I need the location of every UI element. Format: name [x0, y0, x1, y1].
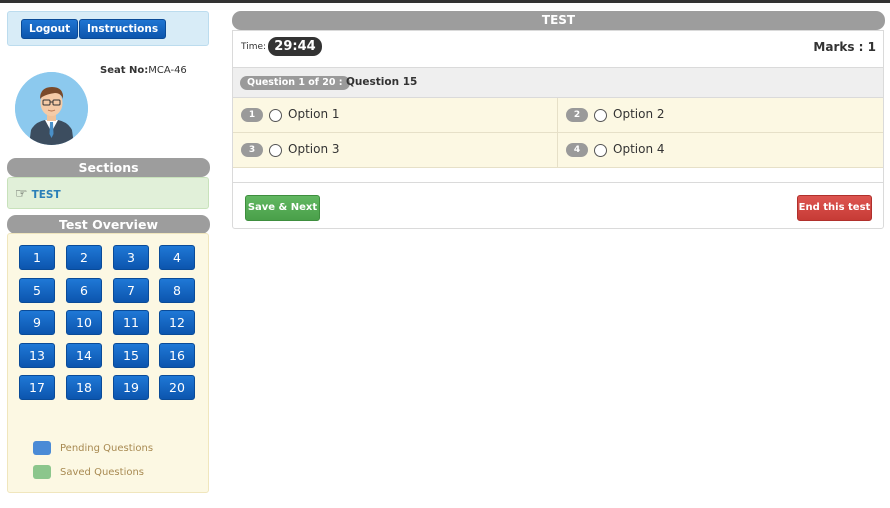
option-2[interactable]: 2 Option 2	[558, 98, 883, 133]
question-button[interactable]: 10	[66, 310, 102, 335]
question-button[interactable]: 12	[159, 310, 195, 335]
question-bar: Question 1 of 20 : Question 15	[233, 67, 883, 98]
test-overview-panel: 1 2 3 4 5 6 7 8 9 10 11 12 13 14 15 16 1…	[7, 233, 209, 493]
legend-saved: Saved Questions	[33, 465, 144, 479]
question-button[interactable]: 4	[159, 245, 195, 270]
legend-pending: Pending Questions	[33, 441, 153, 455]
question-button[interactable]: 7	[113, 278, 149, 303]
question-button[interactable]: 15	[113, 343, 149, 368]
option-label: Option 2	[613, 107, 665, 121]
option-label: Option 3	[288, 142, 340, 156]
option-radio[interactable]	[269, 109, 282, 122]
option-1[interactable]: 1 Option 1	[233, 98, 558, 133]
time-label: Time:	[241, 42, 267, 52]
test-overview-header: Test Overview	[7, 215, 210, 234]
option-number-badge: 2	[566, 108, 588, 122]
section-item-label: TEST	[31, 189, 61, 201]
top-border	[0, 0, 890, 3]
question-panel: Time: 29:44 Marks : 1 Question 1 of 20 :…	[232, 30, 884, 229]
seat-number: Seat No:MCA-46	[100, 65, 187, 76]
question-text: Question 15	[346, 76, 418, 88]
footer-divider	[233, 182, 883, 183]
question-button[interactable]: 8	[159, 278, 195, 303]
question-button[interactable]: 13	[19, 343, 55, 368]
option-label: Option 1	[288, 107, 340, 121]
seat-value: MCA-46	[148, 65, 187, 76]
countdown-timer: 29:44	[268, 37, 322, 56]
pending-swatch	[33, 441, 51, 455]
candidate-profile: Seat No:MCA-46	[7, 58, 209, 150]
question-button[interactable]: 19	[113, 375, 149, 400]
option-radio[interactable]	[269, 144, 282, 157]
end-test-button[interactable]: End this test	[797, 195, 872, 221]
question-button[interactable]: 14	[66, 343, 102, 368]
question-button[interactable]: 11	[113, 310, 149, 335]
option-4[interactable]: 4 Option 4	[558, 133, 883, 168]
logout-button[interactable]: Logout	[21, 19, 79, 39]
option-number-badge: 4	[566, 143, 588, 157]
question-button[interactable]: 1	[19, 245, 55, 270]
question-button[interactable]: 2	[66, 245, 102, 270]
saved-swatch	[33, 465, 51, 479]
question-button[interactable]: 16	[159, 343, 195, 368]
legend-saved-label: Saved Questions	[60, 467, 145, 478]
save-next-button[interactable]: Save & Next	[245, 195, 320, 221]
question-button[interactable]: 18	[66, 375, 102, 400]
pointing-hand-icon: ☞	[15, 186, 28, 202]
marks-label: Marks : 1	[813, 40, 876, 54]
option-radio[interactable]	[594, 109, 607, 122]
question-button[interactable]: 6	[66, 278, 102, 303]
question-button[interactable]: 20	[159, 375, 195, 400]
question-button[interactable]: 9	[19, 310, 55, 335]
seat-label: Seat No:	[100, 65, 149, 76]
option-label: Option 4	[613, 142, 665, 156]
instructions-button[interactable]: Instructions	[79, 19, 167, 39]
option-number-badge: 3	[241, 143, 263, 157]
question-button[interactable]: 17	[19, 375, 55, 400]
option-3[interactable]: 3 Option 3	[233, 133, 558, 168]
question-counter: Question 1 of 20 :	[240, 76, 350, 90]
top-button-bar: Logout Instructions	[7, 11, 209, 46]
question-button[interactable]: 5	[19, 278, 55, 303]
question-button[interactable]: 3	[113, 245, 149, 270]
section-item-test[interactable]: ☞ TEST	[15, 186, 61, 202]
user-avatar-icon	[15, 72, 88, 145]
test-header: TEST	[232, 11, 885, 30]
option-radio[interactable]	[594, 144, 607, 157]
sections-header: Sections	[7, 158, 210, 177]
legend-pending-label: Pending Questions	[60, 443, 154, 454]
sections-list: ☞ TEST	[7, 177, 209, 209]
option-number-badge: 1	[241, 108, 263, 122]
